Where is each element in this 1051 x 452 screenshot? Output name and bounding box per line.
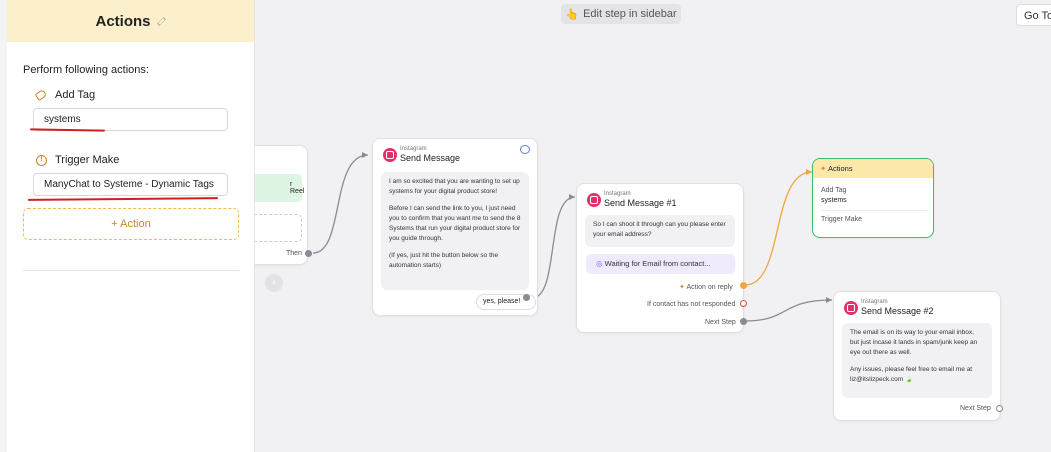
sidebar-title: Actions (95, 12, 151, 30)
wire-yes (531, 196, 576, 299)
actions-sidebar: Actions Perform following actions: Add T… (0, 0, 255, 452)
scenario-select[interactable]: ManyChat to Systeme - Dynamic Tags (33, 173, 228, 196)
yes-button-port[interactable] (523, 294, 530, 301)
node-platform: Instagram (400, 146, 427, 152)
wire-arrow-4 (826, 297, 832, 303)
add-action-button[interactable]: + Action (23, 208, 239, 240)
actions-trigger-label: Trigger Make (821, 216, 862, 223)
wire-then (312, 154, 369, 254)
sidebar-edge (0, 0, 7, 452)
send-message-node[interactable]: Instagram Send Message I am so excited t… (372, 138, 538, 316)
annotation-underline (29, 128, 106, 132)
instagram-icon (844, 301, 858, 315)
email-icon: ◎ (596, 259, 603, 268)
sparkle-icon: ✦ (820, 164, 827, 173)
tag-input[interactable]: systems (33, 108, 228, 131)
action-on-reply-text: Action on reply (686, 284, 733, 291)
actions-tag-label: Add Tag (821, 187, 847, 194)
wire-next-step (744, 299, 833, 322)
edit-step-hint-text: Edit step in sidebar (583, 8, 677, 20)
actions-tag-value: systems (821, 197, 847, 204)
edit-step-hint: 👆 Edit step in sidebar (561, 4, 681, 24)
node-title: Send Message #1 (604, 198, 677, 208)
message-paragraph: The email is on its way to your email in… (850, 329, 978, 356)
next-step-port[interactable] (996, 405, 1003, 412)
message-paragraph: Any issues, please feel free to email me… (850, 365, 984, 385)
send-message-2-node[interactable]: Instagram Send Message #2 The email is o… (833, 291, 1001, 421)
alert-circle-icon: ! (36, 155, 47, 166)
message-paragraph: Before I can send the link to you, I jus… (389, 205, 521, 242)
actions-node-header: ✦ Actions (813, 159, 933, 178)
next-step-label: Next Step (705, 319, 736, 326)
collapse-sidebar-button[interactable]: ‹ (265, 274, 283, 292)
instagram-icon (587, 193, 601, 207)
message-text: So I can shoot it through can you please… (593, 221, 726, 238)
send-message-1-node[interactable]: Instagram Send Message #1 So I can shoot… (576, 183, 744, 333)
actions-node[interactable]: ✦ Actions Add Tag systems Trigger Make (812, 158, 934, 238)
emoji-icon: 🍃 (905, 376, 914, 383)
sidebar-header: Actions (7, 0, 254, 42)
message-bubble: The email is on its way to your email in… (842, 323, 992, 398)
action-on-reply-label: ✦ Action on reply (679, 283, 733, 291)
sidebar-divider (23, 270, 239, 271)
no-response-label: If contact has not responded (647, 301, 736, 308)
tag-icon (34, 88, 48, 102)
next-step-label: Next Step (960, 405, 991, 412)
node-title: Send Message #2 (861, 306, 934, 316)
edit-pencil-icon[interactable] (156, 16, 166, 26)
node-platform: Instagram (861, 299, 888, 305)
wire-action-reply (744, 171, 813, 286)
go-to-button[interactable]: Go To (1016, 4, 1051, 26)
hand-icon: 👆 (565, 8, 580, 21)
comment-icon (520, 145, 530, 154)
no-response-port[interactable] (740, 300, 747, 307)
message-paragraph: I am so excited that you are wanting to … (389, 178, 520, 195)
actions-divider (821, 210, 927, 211)
annotation-underline (27, 197, 219, 201)
sparkle-icon: ✦ (679, 284, 685, 291)
chevron-left-icon: ‹ (272, 277, 276, 288)
then-label: Then (286, 250, 302, 257)
trigger-make-action[interactable]: ! Trigger Make (36, 154, 186, 170)
actions-node-title: Actions (827, 164, 853, 173)
instruction-text: Perform following actions: (23, 64, 149, 76)
add-tag-action[interactable]: Add Tag (34, 88, 156, 105)
node-title: Send Message (400, 153, 461, 163)
yes-button-label: yes, please! (483, 298, 521, 305)
node-platform: Instagram (604, 191, 631, 197)
message-bubble: So I can shoot it through can you please… (585, 215, 735, 247)
wire-arrow-2 (569, 194, 575, 200)
then-port[interactable] (305, 250, 312, 257)
message-paragraph: (If yes, just hit the button below so th… (389, 252, 499, 269)
next-step-port[interactable] (740, 318, 747, 325)
trigger-chip-text: r Reel (290, 181, 305, 195)
instagram-icon (383, 148, 397, 162)
waiting-email-text: Waiting for Email from contact... (604, 259, 711, 268)
action-on-reply-port[interactable] (740, 282, 747, 289)
add-tag-label: Add Tag (55, 89, 96, 101)
waiting-email-chip: ◎ Waiting for Email from contact... (586, 254, 735, 274)
trigger-make-label: Trigger Make (55, 154, 120, 166)
message-bubble: I am so excited that you are wanting to … (381, 172, 529, 290)
wire-arrow-1 (362, 152, 368, 158)
